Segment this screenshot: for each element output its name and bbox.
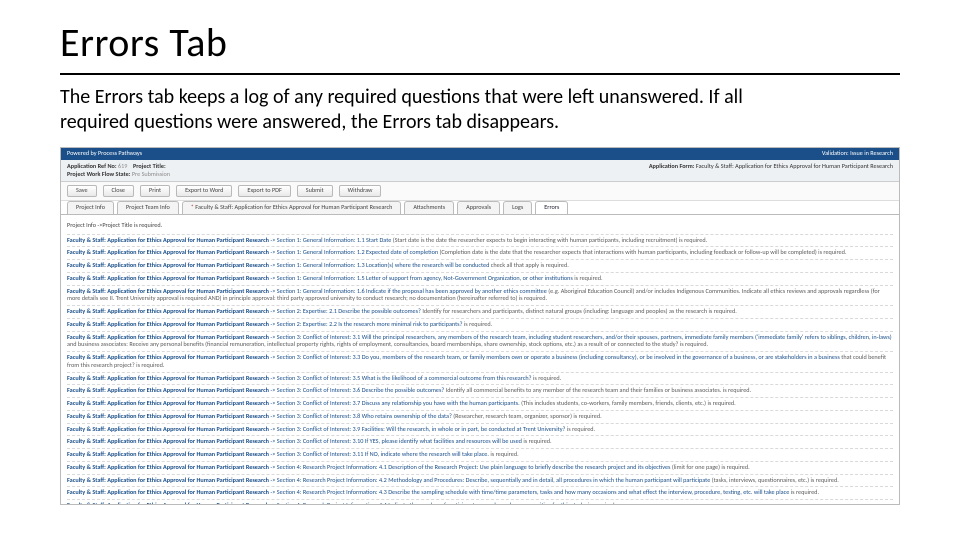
error-row: Faculty & Staff: Application for Ethics … xyxy=(67,305,893,318)
error-row: Faculty & Staff: Application for Ethics … xyxy=(67,246,893,259)
app-meta-bar: Application Ref No: 619 Project Title: P… xyxy=(61,160,899,183)
form-label: Application Form: xyxy=(649,162,695,170)
powered-by: Powered by Process Pathways xyxy=(67,150,142,158)
title-rule xyxy=(60,73,900,75)
close-button[interactable]: Close xyxy=(103,185,134,197)
error-row: Faculty & Staff: Application for Ethics … xyxy=(67,384,893,397)
tab-faculty-staff-application-for-ethics-approval-for-human-participant-research[interactable]: Faculty & Staff: Application for Ethics … xyxy=(182,201,402,214)
error-row: Faculty & Staff: Application for Ethics … xyxy=(67,272,893,285)
save-button[interactable]: Save xyxy=(67,185,97,197)
workflow-value: Pre Submission xyxy=(132,170,170,178)
error-row: Faculty & Staff: Application for Ethics … xyxy=(67,486,893,499)
error-row: Faculty & Staff: Application for Ethics … xyxy=(67,318,893,331)
error-row: Faculty & Staff: Application for Ethics … xyxy=(67,499,893,504)
error-row: Faculty & Staff: Application for Ethics … xyxy=(67,474,893,487)
error-row: Faculty & Staff: Application for Ethics … xyxy=(67,410,893,423)
error-row: Faculty & Staff: Application for Ethics … xyxy=(67,435,893,448)
error-first-line: Project Info ->Project Title is required… xyxy=(67,222,893,230)
error-row: Faculty & Staff: Application for Ethics … xyxy=(67,259,893,272)
tab-attachments[interactable]: Attachments xyxy=(404,201,454,214)
tab-strip: Project InfoProject Team InfoFaculty & S… xyxy=(61,201,899,215)
workflow-label: Project Work Flow State: xyxy=(67,170,130,178)
form-value: Faculty & Staff: Application for Ethics … xyxy=(696,162,893,170)
error-row: Faculty & Staff: Application for Ethics … xyxy=(67,372,893,385)
error-row: Faculty & Staff: Application for Ethics … xyxy=(67,448,893,461)
print-button[interactable]: Print xyxy=(140,185,170,197)
error-row: Faculty & Staff: Application for Ethics … xyxy=(67,397,893,410)
app-top-bar: Powered by Process Pathways Validation: … xyxy=(61,148,899,160)
error-row: Faculty & Staff: Application for Ethics … xyxy=(67,461,893,474)
validation-banner: Validation: Issue in Research xyxy=(822,150,893,158)
error-row: Faculty & Staff: Application for Ethics … xyxy=(67,331,893,352)
tab-approvals[interactable]: Approvals xyxy=(457,201,500,214)
export-to-word-button[interactable]: Export to Word xyxy=(176,185,232,197)
submit-button[interactable]: Submit xyxy=(297,185,333,197)
tab-logs[interactable]: Logs xyxy=(503,201,532,214)
errors-list: Project Info ->Project Title is required… xyxy=(61,215,899,504)
action-button-row: Save Close Print Export to Word Export to PD… xyxy=(61,182,899,201)
withdraw-button[interactable]: Withdraw xyxy=(339,185,382,197)
slide-title: Errors Tab xyxy=(60,18,900,67)
tab-project-team-info[interactable]: Project Team Info xyxy=(117,201,179,214)
tab-errors[interactable]: Errors xyxy=(535,201,568,214)
error-row: Faculty & Staff: Application for Ethics … xyxy=(67,285,893,306)
tab-project-info[interactable]: Project Info xyxy=(67,201,114,214)
error-row: Faculty & Staff: Application for Ethics … xyxy=(67,234,893,247)
error-row: Faculty & Staff: Application for Ethics … xyxy=(67,351,893,372)
error-row: Faculty & Staff: Application for Ethics … xyxy=(67,423,893,436)
slide-lead: The Errors tab keeps a log of any requir… xyxy=(60,85,780,135)
app-screenshot: Powered by Process Pathways Validation: … xyxy=(60,147,900,505)
export-to-pdf-button[interactable]: Export to PDF xyxy=(238,185,290,197)
